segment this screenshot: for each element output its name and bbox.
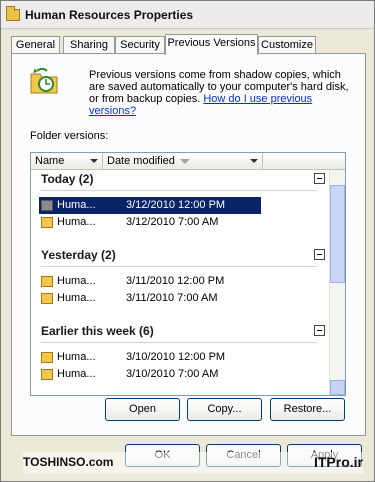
scrollbar-thumb[interactable] xyxy=(330,185,345,283)
group-yesterday: Yesterday (2) Huma... 3/11/2010 12:00 PM… xyxy=(31,248,329,318)
scroll-down-button[interactable] xyxy=(330,380,345,395)
restore-button[interactable]: Restore... xyxy=(270,398,345,421)
tab-sharing[interactable]: Sharing xyxy=(63,36,115,54)
column-date-dropdown-icon[interactable] xyxy=(249,156,259,167)
tab-customize[interactable]: Customize xyxy=(258,36,316,54)
folder-icon xyxy=(41,369,53,380)
item-name: Huma... xyxy=(57,292,96,304)
previous-versions-panel: Previous versions come from shadow copie… xyxy=(11,53,366,436)
group-earlier-this-week: Earlier this week (6) Huma... 3/10/2010 … xyxy=(31,324,329,395)
group-title: Earlier this week (6) xyxy=(41,324,154,338)
info-text: Previous versions come from shadow copie… xyxy=(89,69,354,117)
column-name-dropdown-icon[interactable] xyxy=(89,156,99,167)
item-date: 3/12/2010 7:00 AM xyxy=(126,216,219,228)
previous-versions-icon xyxy=(30,67,58,94)
item-name: Huma... xyxy=(57,368,96,380)
folder-versions-label: Folder versions: xyxy=(30,130,109,142)
group-divider xyxy=(41,266,317,267)
watermark-right: ITPro.ir xyxy=(313,454,363,470)
group-title: Today (2) xyxy=(41,172,94,186)
folder-icon xyxy=(41,276,53,287)
folder-icon xyxy=(41,200,53,211)
item-date: 3/10/2010 7:00 AM xyxy=(126,368,219,380)
item-date: 3/11/2010 12:00 PM xyxy=(126,275,225,287)
list-item[interactable]: Huma... 3/11/2010 12:00 PM xyxy=(39,273,261,290)
list-header: Name Date modified xyxy=(31,153,345,170)
list-item[interactable]: Huma... 3/10/2010 7:00 AM xyxy=(39,366,261,383)
list-item[interactable]: Huma... 3/12/2010 12:00 PM xyxy=(39,197,261,214)
vertical-scrollbar[interactable] xyxy=(329,170,345,395)
tab-security[interactable]: Security xyxy=(115,36,165,54)
tab-general[interactable]: General xyxy=(11,36,60,54)
group-today: Today (2) Huma... 3/12/2010 12:00 PM Hum… xyxy=(31,172,329,242)
folder-versions-list[interactable]: Name Date modified Today (2) Huma... 3/1… xyxy=(30,152,346,396)
item-name: Huma... xyxy=(57,275,96,287)
item-date: 3/12/2010 12:00 PM xyxy=(126,199,226,211)
folder-icon xyxy=(41,293,53,304)
properties-dialog: Human Resources Properties General Shari… xyxy=(0,0,375,482)
group-title: Yesterday (2) xyxy=(41,248,116,262)
window-title: Human Resources Properties xyxy=(25,8,194,22)
list-item[interactable]: Huma... 3/12/2010 7:00 AM xyxy=(39,214,261,231)
watermark-left: TOSHINSO.com xyxy=(23,455,114,469)
item-date: 3/11/2010 7:00 AM xyxy=(126,292,218,304)
collapse-icon[interactable] xyxy=(314,173,325,184)
folder-icon xyxy=(41,217,53,228)
folder-icon xyxy=(6,6,20,21)
copy-button[interactable]: Copy... xyxy=(187,398,262,421)
list-item[interactable]: Huma... 3/11/2010 7:00 AM xyxy=(39,290,261,307)
open-button[interactable]: Open xyxy=(105,398,180,421)
item-date: 3/10/2010 12:00 PM xyxy=(126,351,226,363)
column-name-label: Name xyxy=(35,155,65,167)
item-name: Huma... xyxy=(57,199,96,211)
group-divider xyxy=(41,342,317,343)
collapse-icon[interactable] xyxy=(314,325,325,336)
title-bar[interactable]: Human Resources Properties xyxy=(1,1,374,29)
group-divider xyxy=(41,190,317,191)
sort-descending-icon xyxy=(180,159,190,164)
folder-icon xyxy=(41,352,53,363)
tab-previous-versions[interactable]: Previous Versions xyxy=(165,34,258,55)
watermark: TOSHINSO.com ITPro.ir xyxy=(23,452,363,474)
item-name: Huma... xyxy=(57,216,96,228)
collapse-icon[interactable] xyxy=(314,249,325,260)
column-date-label: Date modified xyxy=(107,155,175,167)
list-item[interactable]: Huma... 3/10/2010 12:00 PM xyxy=(39,349,261,366)
item-name: Huma... xyxy=(57,351,96,363)
list-body: Today (2) Huma... 3/12/2010 12:00 PM Hum… xyxy=(31,170,329,395)
